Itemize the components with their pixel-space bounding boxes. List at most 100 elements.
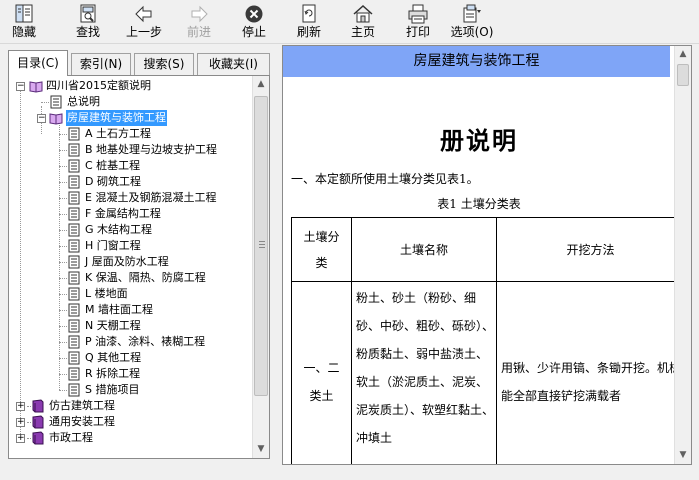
status-bar (0, 467, 699, 480)
page-icon (68, 223, 80, 237)
tree-connector (59, 278, 67, 279)
tab-favorites[interactable]: 收藏夹(I) (197, 53, 270, 75)
tree-connector (59, 166, 67, 167)
navigation-pane: 目录(C) 索引(N) 搜索(S) 收藏夹(I) − 四川省2015定额说明 总… (2, 45, 276, 465)
cell-soil-names: 粉土、砂土（粉砂、细砂、中砂、粗砂、砾砂）、粉质黏土、弱中盐渍土、软土（淤泥质土… (351, 281, 497, 464)
tree-label: 市政工程 (49, 431, 93, 444)
tree-label: L 楼地面 (85, 287, 128, 300)
page-icon (68, 143, 80, 157)
back-button[interactable]: 上一步 (119, 4, 169, 42)
paragraph: 一、本定额所使用土壤分类见表1。 (291, 172, 479, 186)
tree-node-chapter[interactable]: J 屋面及防水工程 (11, 254, 253, 270)
tree-node-chapter[interactable]: N 天棚工程 (11, 318, 253, 334)
tree-node-chapter[interactable]: B 地基处理与边坡支护工程 (11, 142, 253, 158)
hide-button[interactable]: 隐藏 (0, 4, 49, 42)
table-caption: 表1 土壤分类表 (437, 197, 521, 211)
page-icon (68, 191, 80, 205)
options-button[interactable]: 选项(O) (447, 4, 497, 42)
tree-node-building[interactable]: − 房屋建筑与装饰工程 (11, 110, 253, 126)
scroll-down-arrow-icon[interactable]: ▼ (675, 447, 691, 464)
tree-node-root[interactable]: − 四川省2015定额说明 (11, 78, 253, 94)
tree-vertical-scrollbar[interactable]: ▲ ▼ (252, 76, 269, 458)
tree-node-chapter[interactable]: L 楼地面 (11, 286, 253, 302)
tree-node-book[interactable]: + 仿古建筑工程 (11, 398, 253, 414)
printer-icon (408, 4, 428, 24)
tab-contents[interactable]: 目录(C) (8, 50, 68, 76)
back-arrow-icon (135, 5, 152, 23)
tree-node-chapter[interactable]: P 油漆、涂料、裱糊工程 (11, 334, 253, 350)
refresh-button[interactable]: 刷新 (284, 4, 334, 42)
open-book-icon (29, 81, 43, 93)
scroll-up-arrow-icon[interactable]: ▲ (675, 46, 691, 63)
find-button[interactable]: 查找 (63, 4, 113, 42)
tree-node-chapter[interactable]: A 土石方工程 (11, 126, 253, 142)
tree-label: 仿古建筑工程 (49, 399, 115, 412)
tree-node-chapter[interactable]: H 门窗工程 (11, 238, 253, 254)
forward-label: 前进 (186, 25, 211, 39)
stop-icon (245, 5, 263, 23)
home-icon (353, 4, 373, 23)
book-list: + 仿古建筑工程 + 通用安装工程 + 市政工程 (11, 398, 253, 446)
closed-book-icon (32, 415, 44, 429)
page-icon (68, 335, 80, 349)
open-book-icon (49, 113, 63, 125)
tab-search[interactable]: 搜索(S) (134, 53, 194, 75)
table-header-row: 土壤分类 土壤名称 开挖方法 (291, 217, 675, 282)
tree-node-chapter[interactable]: C 桩基工程 (11, 158, 253, 174)
expand-toggle[interactable]: + (16, 434, 25, 443)
tree-node-chapter[interactable]: K 保温、隔热、防腐工程 (11, 270, 253, 286)
page-icon (68, 207, 80, 221)
scroll-up-arrow-icon[interactable]: ▲ (253, 76, 269, 93)
tree-label: M 墙柱面工程 (85, 303, 153, 316)
expand-toggle[interactable]: + (16, 418, 25, 427)
expand-toggle[interactable]: + (16, 402, 25, 411)
tree-node-chapter[interactable]: E 混凝土及钢筋混凝土工程 (11, 190, 253, 206)
header-class-line2: 类 (315, 255, 328, 270)
tree-node-book[interactable]: + 市政工程 (11, 430, 253, 446)
home-button[interactable]: 主页 (338, 4, 388, 42)
scroll-down-arrow-icon[interactable]: ▼ (253, 441, 269, 458)
options-icon (463, 4, 481, 23)
page-icon (68, 287, 80, 301)
tree-node-general[interactable]: 总说明 (11, 94, 253, 110)
scroll-thumb[interactable] (677, 64, 689, 86)
tree-label: P 油漆、涂料、裱糊工程 (85, 335, 206, 348)
tree-connector (59, 246, 67, 247)
tree-connector (59, 198, 67, 199)
tree-connector (59, 294, 67, 295)
document-vertical-scrollbar[interactable]: ▲ ▼ (674, 46, 691, 464)
tree-node-chapter[interactable]: Q 其他工程 (11, 350, 253, 366)
tree-label: D 砌筑工程 (85, 175, 141, 188)
tree-node-chapter[interactable]: D 砌筑工程 (11, 174, 253, 190)
tree-node-chapter[interactable]: S 措施项目 (11, 382, 253, 398)
tree-node-chapter[interactable]: R 拆除工程 (11, 366, 253, 382)
tree-node-chapter[interactable]: G 木结构工程 (11, 222, 253, 238)
options-label: 选项(O) (450, 25, 494, 39)
tree-label: C 桩基工程 (85, 159, 141, 172)
scroll-thumb[interactable] (254, 96, 268, 396)
stop-button[interactable]: 停止 (229, 4, 279, 42)
forward-arrow-icon (191, 5, 208, 23)
tree-connector (59, 262, 67, 263)
page-icon (50, 95, 62, 109)
collapse-toggle[interactable]: − (37, 114, 46, 123)
closed-book-icon (32, 431, 44, 445)
document-pane: 房屋建筑与装饰工程 册说明 一、本定额所使用土壤分类见表1。 表1 土壤分类表 … (282, 45, 692, 465)
header-cell-method: 开挖方法 (496, 217, 675, 282)
tree-node-book[interactable]: + 通用安装工程 (11, 414, 253, 430)
table-row: 一、二类土 粉土、砂土（粉砂、细砂、中砂、粗砂、砾砂）、粉质黏土、弱中盐渍土、软… (291, 281, 675, 464)
collapse-toggle[interactable]: − (16, 82, 25, 91)
soil-classification-table: 土壤分类 土壤名称 开挖方法 一、二类土 粉土、砂土（粉砂、细砂、中砂、粗砂、砾… (291, 217, 675, 464)
page-icon (68, 303, 80, 317)
print-button[interactable]: 打印 (393, 4, 443, 42)
home-label: 主页 (350, 25, 375, 39)
page-icon (68, 351, 80, 365)
forward-button[interactable]: 前进 (174, 4, 224, 42)
tree-node-chapter[interactable]: F 金属结构工程 (11, 206, 253, 222)
tree-label: J 屋面及防水工程 (85, 255, 169, 268)
tab-index[interactable]: 索引(N) (71, 53, 131, 75)
tree-label: E 混凝土及钢筋混凝土工程 (85, 191, 217, 204)
tree-connector (59, 182, 67, 183)
grip-line (259, 241, 265, 242)
tree-node-chapter[interactable]: M 墙柱面工程 (11, 302, 253, 318)
